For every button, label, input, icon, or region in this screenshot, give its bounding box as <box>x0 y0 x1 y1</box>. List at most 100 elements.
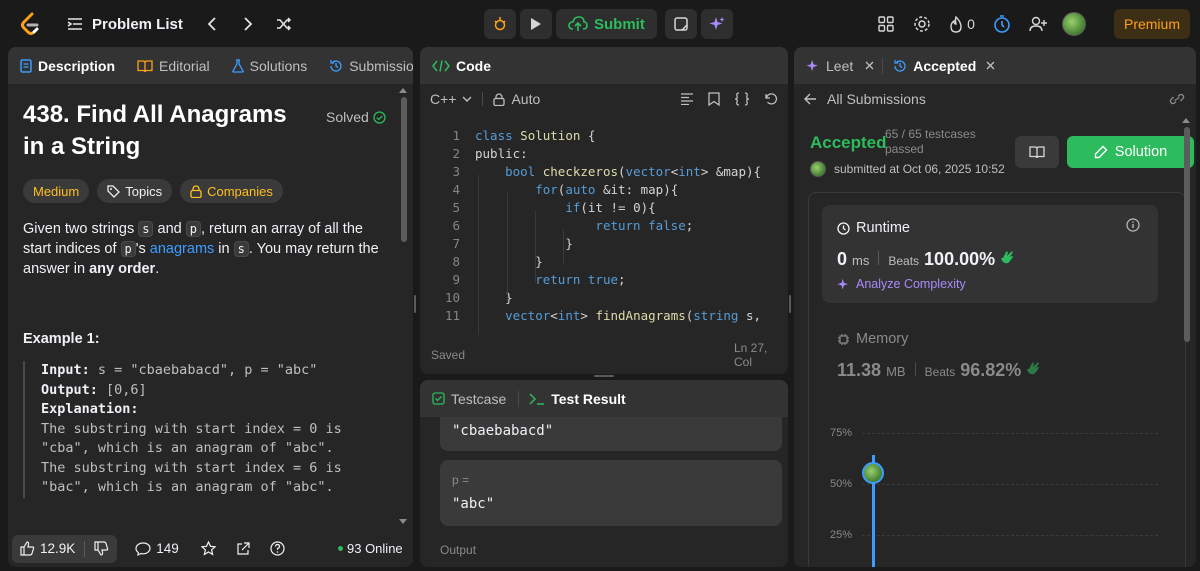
code-line[interactable]: } <box>475 236 573 251</box>
ai-assist-button[interactable] <box>700 9 733 39</box>
input-p-value: "abc" <box>452 496 495 512</box>
tab-code[interactable]: Code <box>432 58 491 74</box>
bookmark-icon[interactable] <box>708 92 720 106</box>
editorial-book-button[interactable] <box>1015 136 1059 168</box>
submission-scrollbar[interactable] <box>1184 127 1190 342</box>
input-label: Input: <box>41 362 90 378</box>
anagrams-link[interactable]: anagrams <box>150 241 214 257</box>
tab-description[interactable]: Description <box>20 58 115 74</box>
notes-button[interactable] <box>664 9 697 39</box>
runtime-value: 0 <box>837 249 848 269</box>
language-select[interactable]: C++ <box>430 91 472 107</box>
lock-icon <box>190 184 202 198</box>
description-scrollbar[interactable] <box>401 97 407 242</box>
favorite-star-icon[interactable] <box>200 541 216 556</box>
code-line[interactable]: return true; <box>475 272 625 287</box>
tab-submissions[interactable]: Submission <box>329 58 413 74</box>
inline-code-s: s <box>233 241 249 257</box>
submit-button[interactable]: Submit <box>556 9 657 39</box>
indent-guide <box>563 229 564 265</box>
code-brackets-icon <box>432 59 450 72</box>
tab-accepted-label: Accepted <box>913 57 977 74</box>
solution-button[interactable]: Solution <box>1067 136 1194 168</box>
scroll-down-arrow-icon[interactable] <box>399 519 407 525</box>
leetcode-logo[interactable] <box>19 12 41 36</box>
inline-code-p: p <box>120 241 136 257</box>
example-title: Example 1: <box>23 331 100 347</box>
tab-accepted[interactable]: Accepted <box>893 58 995 74</box>
tab-testcase-label: Testcase <box>451 390 507 407</box>
run-button[interactable] <box>520 9 552 39</box>
braces-icon[interactable] <box>734 92 750 106</box>
accepted-status: Accepted <box>810 133 887 152</box>
memory-heading[interactable]: Memory <box>837 331 908 347</box>
sparkle-icon <box>837 278 848 289</box>
tab-description-label: Description <box>38 57 116 74</box>
tab-solutions[interactable]: Solutions <box>231 57 308 74</box>
input-value: s = "cbaebabacd", p = "abc" <box>89 362 318 378</box>
share-icon[interactable] <box>236 541 250 556</box>
problem-title: 438. Find All Anagrams in a String <box>23 101 287 160</box>
close-icon[interactable] <box>986 61 995 70</box>
comment-count: 149 <box>156 541 179 556</box>
thumbs-up-icon <box>20 541 35 556</box>
code-line[interactable]: for(auto &it: map){ <box>475 182 678 197</box>
code-editor[interactable]: 1 class Solution {2 public: 3 bool checkzer… <box>420 123 788 338</box>
tab-leet[interactable]: Leet <box>806 58 874 74</box>
streak-counter[interactable]: 0 <box>940 9 984 39</box>
chevron-left-icon[interactable] <box>199 11 225 37</box>
scroll-up-arrow-icon[interactable] <box>399 87 407 93</box>
reset-icon[interactable] <box>764 92 778 106</box>
auto-mode-toggle[interactable]: Auto <box>493 91 540 107</box>
tab-solutions-label: Solutions <box>249 57 308 74</box>
close-icon[interactable] <box>865 61 874 70</box>
like-count: 12.9K <box>40 541 76 556</box>
topics-chip[interactable]: Topics <box>97 179 173 203</box>
horizontal-splitter-handle[interactable] <box>594 375 614 377</box>
info-icon[interactable] <box>1126 218 1140 232</box>
companies-chip[interactable]: Companies <box>180 179 283 203</box>
left-splitter-handle[interactable] <box>414 295 416 313</box>
problem-list-link[interactable]: Problem List <box>92 16 183 33</box>
code-line[interactable]: vector<int> findAnagrams(string s, <box>475 308 761 323</box>
code-line[interactable]: if(it != 0){ <box>475 200 655 215</box>
tab-test-result[interactable]: Test Result <box>529 391 626 407</box>
back-to-submissions[interactable]: All Submissions <box>804 91 926 107</box>
help-question-icon[interactable] <box>270 541 285 556</box>
your-position-avatar[interactable] <box>862 462 884 484</box>
premium-button[interactable]: Premium <box>1114 9 1190 39</box>
format-lines-icon[interactable] <box>680 93 694 105</box>
memory-beats: 96.82% <box>960 360 1022 380</box>
saved-status: Saved <box>431 348 466 362</box>
chevron-right-icon[interactable] <box>235 11 261 37</box>
code-line[interactable]: public: <box>475 146 528 161</box>
list-icon[interactable] <box>62 11 88 37</box>
link-icon[interactable] <box>1169 92 1185 106</box>
problem-statement: Given two strings s and p, return an arr… <box>23 219 395 279</box>
beats-label: Beats <box>888 254 920 268</box>
settings-gear-icon[interactable] <box>904 9 940 39</box>
code-line[interactable]: class Solution { <box>475 128 595 143</box>
online-count: 93 Online <box>347 541 403 556</box>
indent-guide <box>535 211 536 283</box>
tab-submissions-label: Submission <box>349 57 413 74</box>
user-avatar[interactable] <box>1056 9 1092 39</box>
timer-icon[interactable] <box>984 9 1020 39</box>
right-splitter-handle[interactable] <box>789 295 791 313</box>
code-line[interactable]: } <box>475 254 543 269</box>
inline-code-s: s <box>138 221 154 237</box>
scroll-up-arrow-icon[interactable] <box>1182 117 1190 123</box>
comments-button[interactable]: 149 <box>135 541 179 556</box>
add-user-icon[interactable] <box>1020 9 1056 39</box>
like-button[interactable]: 12.9K <box>12 534 118 563</box>
shuffle-icon[interactable] <box>271 11 297 37</box>
layout-grid-icon[interactable] <box>868 9 904 39</box>
runtime-card[interactable]: Runtime 0 ms Beats 100.00% Analyze Compl… <box>822 205 1158 303</box>
tab-testcase[interactable]: Testcase <box>432 391 506 407</box>
debug-button[interactable] <box>484 9 516 39</box>
code-line[interactable]: bool checkzeros(vector<int> &map){ <box>475 164 761 179</box>
chip-icon <box>838 333 849 345</box>
analyze-complexity-link[interactable]: Analyze Complexity <box>837 277 966 291</box>
tab-editorial[interactable]: Editorial <box>137 58 210 74</box>
solved-status: Solved <box>326 109 386 125</box>
